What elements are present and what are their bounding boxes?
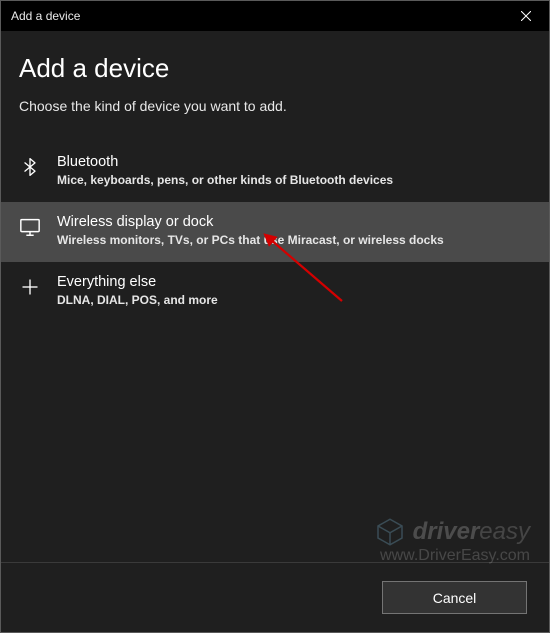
- content-area: Add a device Choose the kind of device y…: [1, 31, 549, 632]
- cancel-button-label: Cancel: [433, 590, 477, 606]
- option-bluetooth-title: Bluetooth: [57, 154, 531, 170]
- option-wireless-desc: Wireless monitors, TVs, or PCs that use …: [57, 232, 531, 248]
- option-everything-else[interactable]: Everything else DLNA, DIAL, POS, and mor…: [1, 262, 549, 322]
- device-options-list: Bluetooth Mice, keyboards, pens, or othe…: [1, 142, 549, 323]
- option-everything-title: Everything else: [57, 274, 531, 290]
- titlebar: Add a device: [1, 1, 549, 31]
- option-bluetooth-text: Bluetooth Mice, keyboards, pens, or othe…: [57, 154, 531, 188]
- monitor-icon: [19, 216, 41, 238]
- option-wireless-text: Wireless display or dock Wireless monito…: [57, 214, 531, 248]
- close-button[interactable]: [503, 1, 549, 31]
- option-bluetooth-desc: Mice, keyboards, pens, or other kinds of…: [57, 172, 531, 188]
- dialog-footer: Cancel: [1, 562, 549, 632]
- option-everything-text: Everything else DLNA, DIAL, POS, and mor…: [57, 274, 531, 308]
- option-bluetooth[interactable]: Bluetooth Mice, keyboards, pens, or othe…: [1, 142, 549, 202]
- page-subtitle: Choose the kind of device you want to ad…: [1, 98, 549, 114]
- spacer: [1, 323, 549, 562]
- bluetooth-icon: [19, 156, 41, 178]
- cancel-button[interactable]: Cancel: [382, 581, 527, 614]
- close-icon: [521, 11, 531, 21]
- add-device-dialog: Add a device Add a device Choose the kin…: [0, 0, 550, 633]
- option-wireless-display[interactable]: Wireless display or dock Wireless monito…: [1, 202, 549, 262]
- option-wireless-title: Wireless display or dock: [57, 214, 531, 230]
- page-title: Add a device: [1, 53, 549, 84]
- window-title: Add a device: [11, 9, 80, 23]
- option-everything-desc: DLNA, DIAL, POS, and more: [57, 292, 531, 308]
- plus-icon: [19, 276, 41, 298]
